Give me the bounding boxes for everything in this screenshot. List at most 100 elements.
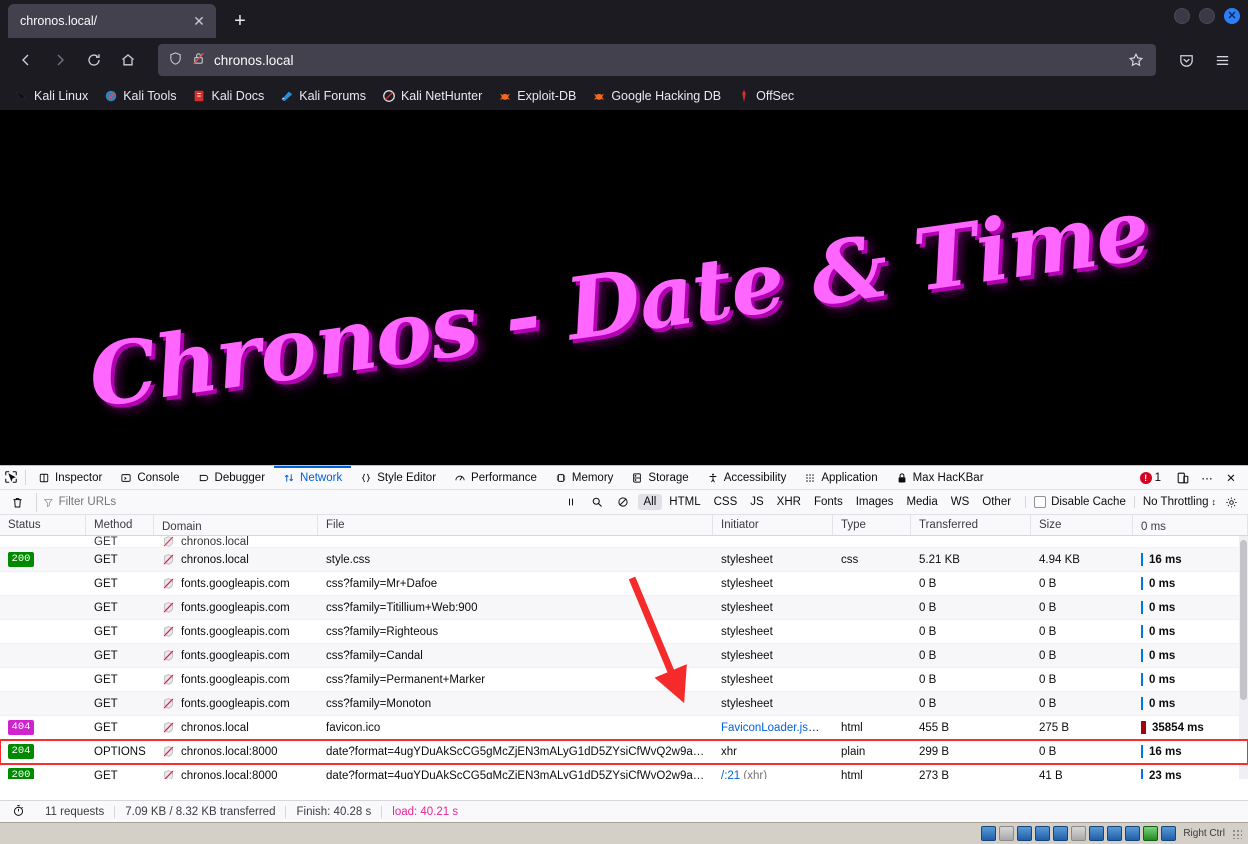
table-row[interactable]: GET fonts.googleapis.com css?family=Righte… — [0, 620, 1248, 644]
display-icon[interactable] — [1089, 826, 1105, 841]
resize-grip[interactable] — [1232, 828, 1242, 839]
tab-storage[interactable]: Storage — [622, 466, 697, 489]
table-row[interactable]: GET fonts.googleapis.com css?family=Monoto… — [0, 692, 1248, 716]
optical-disk-icon[interactable] — [999, 826, 1015, 841]
filter-type-js[interactable]: JS — [744, 494, 769, 510]
filter-type-html[interactable]: HTML — [663, 494, 706, 510]
initiator-link[interactable]: /:21 — [721, 770, 740, 780]
pause-icon[interactable] — [560, 491, 582, 513]
cell-method: GET — [94, 697, 118, 710]
bookmark-kali-nethunter[interactable]: Kali NetHunter — [375, 86, 489, 106]
tab-performance[interactable]: Performance — [445, 466, 546, 489]
column-header-initiator[interactable]: Initiator — [713, 515, 833, 535]
status-badge: 200 — [8, 552, 34, 567]
tab-console[interactable]: Console — [111, 466, 188, 489]
back-button[interactable] — [10, 44, 42, 76]
bookmark-offsec[interactable]: OffSec — [730, 86, 801, 106]
column-header-file[interactable]: File — [318, 515, 713, 535]
forward-button[interactable] — [44, 44, 76, 76]
tab-max-hackbar[interactable]: Max HacKBar — [887, 466, 993, 489]
bookmark-exploit-db[interactable]: Exploit-DB — [491, 86, 583, 106]
hdd-icon[interactable] — [981, 826, 997, 841]
devtools-menu-icon[interactable]: ⋯ — [1196, 467, 1218, 489]
network-icon[interactable] — [1035, 826, 1051, 841]
globe-icon[interactable] — [1143, 826, 1159, 841]
timing-bar — [1141, 721, 1146, 734]
tab-network[interactable]: Network — [274, 466, 351, 489]
bookmark-kali-tools[interactable]: Kali Tools — [97, 86, 183, 106]
url-text[interactable]: chronos.local — [214, 53, 1114, 68]
close-devtools-icon[interactable]: ✕ — [1220, 467, 1242, 489]
table-row[interactable]: 200 GET chronos.local:8000 date?format=4ugY… — [0, 764, 1248, 779]
url-bar[interactable]: chronos.local — [158, 44, 1156, 76]
trash-icon[interactable] — [6, 491, 28, 513]
column-header-status[interactable]: Status — [0, 515, 86, 535]
domain-text: chronos.local — [181, 536, 249, 548]
browser-tab[interactable]: chronos.local/ ✕ — [8, 4, 216, 38]
tab-debugger[interactable]: Debugger — [189, 466, 275, 489]
disable-cache-checkbox[interactable]: Disable Cache — [1025, 496, 1126, 508]
tab-inspector[interactable]: Inspector — [29, 466, 111, 489]
minimize-button[interactable] — [1174, 8, 1190, 24]
pick-element-icon[interactable] — [0, 466, 22, 488]
tab-application[interactable]: Application — [795, 466, 886, 489]
table-row[interactable]: GET fonts.googleapis.com css?family=Titill… — [0, 596, 1248, 620]
filter-type-images[interactable]: Images — [850, 494, 900, 510]
scrollbar-thumb[interactable] — [1240, 540, 1247, 700]
filter-urls-box[interactable] — [36, 492, 556, 512]
bookmark-google-hacking-db[interactable]: Google Hacking DB — [585, 86, 728, 106]
column-header-method[interactable]: Method — [86, 515, 154, 535]
close-window-button[interactable]: ✕ — [1224, 8, 1240, 24]
tab-style-editor[interactable]: Style Editor — [351, 466, 445, 489]
home-button[interactable] — [112, 44, 144, 76]
column-header-timeline[interactable]: 0 ms — [1133, 515, 1248, 535]
column-header-transferred[interactable]: Transferred — [911, 515, 1031, 535]
bookmark-kali-linux[interactable]: Kali Linux — [8, 86, 95, 106]
mouse-icon[interactable] — [1125, 826, 1141, 841]
bookmark-kali-forums[interactable]: Kali Forums — [273, 86, 373, 106]
filter-type-ws[interactable]: WS — [945, 494, 976, 510]
recording-icon[interactable] — [1107, 826, 1123, 841]
shield-icon[interactable] — [168, 51, 183, 69]
bookmark-kali-docs[interactable]: Kali Docs — [185, 86, 271, 106]
initiator-link[interactable]: FaviconLoader.jsm:191 — [721, 722, 833, 734]
filter-type-css[interactable]: CSS — [708, 494, 744, 510]
maximize-button[interactable] — [1199, 8, 1215, 24]
column-header-type[interactable]: Type — [833, 515, 911, 535]
table-row[interactable]: GET fonts.googleapis.com css?family=Perman… — [0, 668, 1248, 692]
usb-icon[interactable] — [1053, 826, 1069, 841]
audio-icon[interactable] — [1017, 826, 1033, 841]
throttling-select[interactable]: No Throttling ↕ — [1133, 496, 1216, 508]
gear-icon[interactable] — [1220, 491, 1242, 513]
insecure-lock-icon[interactable] — [191, 51, 206, 69]
filter-type-other[interactable]: Other — [976, 494, 1017, 510]
bookmark-star-icon[interactable] — [1122, 46, 1150, 74]
table-row[interactable]: GET fonts.googleapis.com css?family=Mr+Daf… — [0, 572, 1248, 596]
search-icon[interactable] — [586, 491, 608, 513]
filter-type-fonts[interactable]: Fonts — [808, 494, 849, 510]
block-icon[interactable] — [612, 491, 634, 513]
filter-type-all[interactable]: All — [637, 494, 663, 510]
shared-folder-icon[interactable] — [1071, 826, 1087, 841]
column-header-size[interactable]: Size — [1031, 515, 1133, 535]
network-request-list[interactable]: GET chronos.local 200 GET chronos.local style… — [0, 536, 1248, 779]
table-row[interactable]: GET chronos.local — [0, 536, 1248, 548]
app-menu-button[interactable] — [1206, 44, 1238, 76]
table-row[interactable]: GET fonts.googleapis.com css?family=Candal… — [0, 644, 1248, 668]
reload-button[interactable] — [78, 44, 110, 76]
filter-type-media[interactable]: Media — [900, 494, 943, 510]
new-tab-button[interactable]: + — [226, 7, 254, 35]
filter-type-xhr[interactable]: XHR — [771, 494, 807, 510]
table-row[interactable]: 200 GET chronos.local style.css stylesheet cs… — [0, 548, 1248, 572]
search-input[interactable] — [58, 496, 556, 508]
error-badge[interactable]: ! 1 — [1139, 472, 1161, 484]
updates-icon[interactable] — [1161, 826, 1177, 841]
close-icon[interactable]: ✕ — [190, 12, 208, 30]
table-row[interactable]: 404 GET chronos.local favicon.ico FaviconLoa… — [0, 716, 1248, 740]
responsive-design-mode-icon[interactable] — [1172, 467, 1194, 489]
pocket-icon[interactable] — [1170, 44, 1202, 76]
tab-accessibility[interactable]: Accessibility — [698, 466, 796, 489]
column-header-domain[interactable]: Domain — [154, 515, 318, 535]
tab-memory[interactable]: Memory — [546, 466, 623, 489]
table-row[interactable]: 204 OPTIONS chronos.local:8000 date?format=… — [0, 739, 1248, 765]
